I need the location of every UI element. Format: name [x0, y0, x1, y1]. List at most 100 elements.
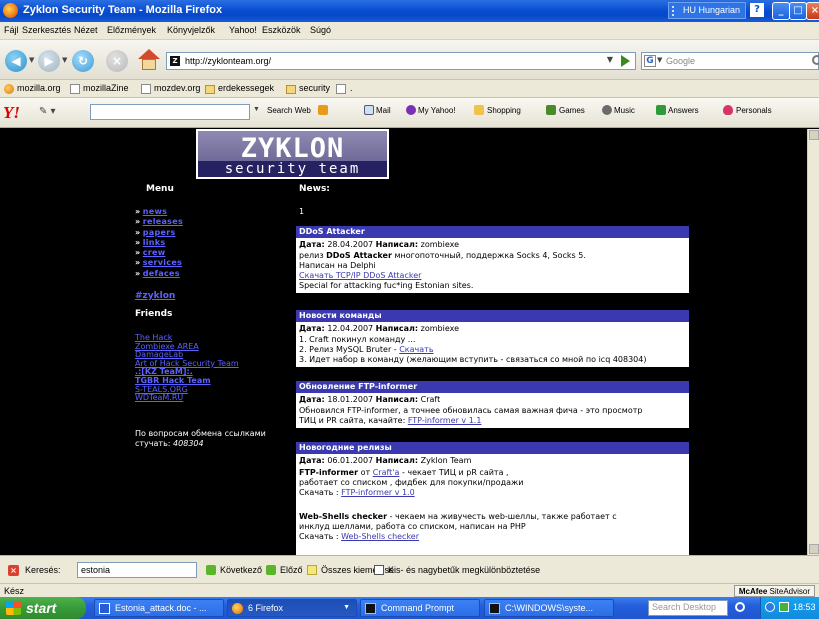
download-link[interactable]: FTP-informer v 1.1: [408, 416, 482, 425]
taskbar-item-windows-cmd[interactable]: C:\WINDOWS\syste...: [484, 599, 614, 617]
taskbar-item-command-prompt[interactable]: Command Prompt: [360, 599, 480, 617]
home-button[interactable]: [138, 49, 160, 71]
search-placeholder[interactable]: Google: [666, 56, 695, 66]
news-page-number[interactable]: 1: [299, 207, 304, 216]
download-link[interactable]: Web-Shells checker: [341, 532, 419, 541]
forward-button[interactable]: ▶: [38, 50, 60, 72]
my-yahoo-button[interactable]: My Yahoo!: [418, 106, 456, 115]
menu-tools[interactable]: Eszközök: [262, 25, 301, 35]
search-icon[interactable]: [812, 55, 819, 65]
back-button[interactable]: ◀: [5, 50, 27, 72]
url-dropdown-icon[interactable]: ▼: [607, 55, 613, 64]
tray-network-icon[interactable]: [765, 602, 775, 612]
article-meta: Дата: 28.04.2007 Написал: zombiexe: [299, 240, 460, 249]
menu-link-services[interactable]: services: [143, 258, 182, 267]
search-box[interactable]: G ▼ Google: [641, 52, 819, 70]
close-find-icon[interactable]: ×: [8, 565, 19, 576]
yahoo-mail-button[interactable]: Mail: [376, 106, 391, 115]
yahoo-search-web-button[interactable]: Search Web: [267, 106, 311, 115]
stop-button[interactable]: ×: [106, 50, 128, 72]
page-icon: [141, 84, 151, 94]
taskbar-item-firefox[interactable]: 6 Firefox ▼: [227, 599, 357, 617]
page-content: ZYKLON security team Menu » news » relea…: [0, 129, 807, 555]
forward-dropdown-icon[interactable]: ▼: [62, 56, 67, 64]
menu-link-papers[interactable]: papers: [143, 228, 176, 237]
bookmark-folder-security[interactable]: security: [299, 83, 330, 93]
minimize-button[interactable]: _: [772, 2, 790, 20]
article-title: Новости команды: [296, 310, 689, 322]
find-previous-button[interactable]: Előző: [280, 565, 303, 575]
bookmark-mozilla-org[interactable]: mozilla.org: [17, 83, 61, 93]
menu-link-links[interactable]: links: [143, 238, 166, 247]
command-prompt-icon: [489, 603, 500, 614]
search-icon[interactable]: [735, 602, 745, 612]
bookmark-mozdev[interactable]: mozdev.org: [154, 83, 200, 93]
highlight-icon[interactable]: [318, 105, 328, 115]
menu-link-releases[interactable]: releases: [143, 217, 183, 226]
menu-help[interactable]: Súgó: [310, 25, 331, 35]
folder-icon: [286, 85, 296, 94]
match-case-checkbox[interactable]: [374, 565, 384, 575]
download-link[interactable]: Скачать: [399, 345, 433, 354]
news-heading: News:: [299, 184, 330, 194]
yahoo-logo[interactable]: Y!: [3, 103, 20, 123]
scroll-down-icon[interactable]: [809, 544, 819, 554]
language-indicator[interactable]: HU Hungarian: [668, 2, 746, 19]
shopping-button[interactable]: Shopping: [487, 106, 521, 115]
maximize-button[interactable]: □: [789, 2, 807, 20]
mcafee-siteadvisor-button[interactable]: McAfee SiteAdvisor: [733, 585, 815, 597]
system-tray: 18:53: [760, 597, 819, 619]
taskbar: start Estonia_attack.doc - ... 6 Firefox…: [0, 597, 819, 619]
find-input[interactable]: estonia: [77, 562, 197, 578]
heart-icon: [723, 105, 733, 115]
music-button[interactable]: Music: [614, 106, 635, 115]
desktop-search-input[interactable]: Search Desktop: [648, 600, 728, 616]
menu-link-crew[interactable]: crew: [143, 248, 166, 257]
tray-app-icon[interactable]: [779, 602, 789, 612]
start-button[interactable]: start: [0, 597, 86, 619]
zyklon-channel-link[interactable]: #zyklon: [135, 291, 175, 301]
author-link[interactable]: Craft'a: [373, 468, 400, 477]
pencil-icon[interactable]: ✎ ▾: [39, 106, 56, 117]
download-link[interactable]: Скачать TCP/IP DDoS Attacker: [299, 271, 421, 280]
address-bar[interactable]: Z http://zyklonteam.org/ ▼: [166, 52, 636, 70]
find-next-button[interactable]: Következő: [220, 565, 262, 575]
match-case-label[interactable]: Kis- és nagybetűk megkülönböztetése: [388, 565, 540, 575]
menu-bookmarks[interactable]: Könyvjelzők: [167, 25, 215, 35]
news-article: Новости команды Дата: 12.04.2007 Написал…: [296, 310, 689, 367]
menu-link-defaces[interactable]: defaces: [143, 269, 180, 278]
back-dropdown-icon[interactable]: ▼: [29, 56, 34, 64]
menu-heading: Menu: [146, 184, 174, 194]
menu-edit[interactable]: Szerkesztés: [22, 25, 71, 35]
menu-yahoo[interactable]: Yahoo!: [229, 25, 257, 35]
menu-link-news[interactable]: news: [143, 207, 167, 216]
menu-view[interactable]: Nézet: [74, 25, 98, 35]
bookmark-mozillazine[interactable]: mozillaZine: [83, 83, 129, 93]
bookmark-dot[interactable]: .: [350, 83, 353, 93]
menu-file[interactable]: Fájl: [4, 25, 19, 35]
taskbar-item-word[interactable]: Estonia_attack.doc - ...: [94, 599, 224, 617]
vertical-scrollbar[interactable]: [807, 129, 819, 555]
yahoo-search-input[interactable]: [90, 104, 250, 120]
yahoo-search-dropdown-icon[interactable]: ▼: [253, 106, 260, 113]
search-engine-icon[interactable]: G: [644, 55, 656, 67]
personals-button[interactable]: Personals: [736, 106, 772, 115]
article-title: DDoS Attacker: [296, 226, 689, 238]
news-article: Новогодние релизы Дата: 06.01.2007 Напис…: [296, 442, 689, 555]
command-prompt-icon: [365, 603, 376, 614]
help-icon[interactable]: ?: [750, 3, 764, 17]
bookmark-folder-erdekessegek[interactable]: erdekessegek: [218, 83, 274, 93]
scroll-up-icon[interactable]: [809, 130, 819, 140]
reload-button[interactable]: ↻: [72, 50, 94, 72]
menu-history[interactable]: Előzmények: [107, 25, 156, 35]
site-logo[interactable]: ZYKLON security team: [196, 129, 389, 179]
games-button[interactable]: Games: [559, 106, 585, 115]
go-arrow-icon[interactable]: [621, 55, 630, 67]
close-button[interactable]: ×: [806, 2, 819, 20]
friend-link[interactable]: WDTeaM.RU: [135, 394, 239, 403]
engine-dropdown-icon[interactable]: ▼: [657, 56, 662, 64]
download-link[interactable]: FTP-informer v 1.0: [341, 488, 415, 497]
mail-icon: [364, 105, 374, 115]
answers-button[interactable]: Answers: [668, 106, 699, 115]
url-text[interactable]: http://zyklonteam.org/: [185, 56, 271, 66]
